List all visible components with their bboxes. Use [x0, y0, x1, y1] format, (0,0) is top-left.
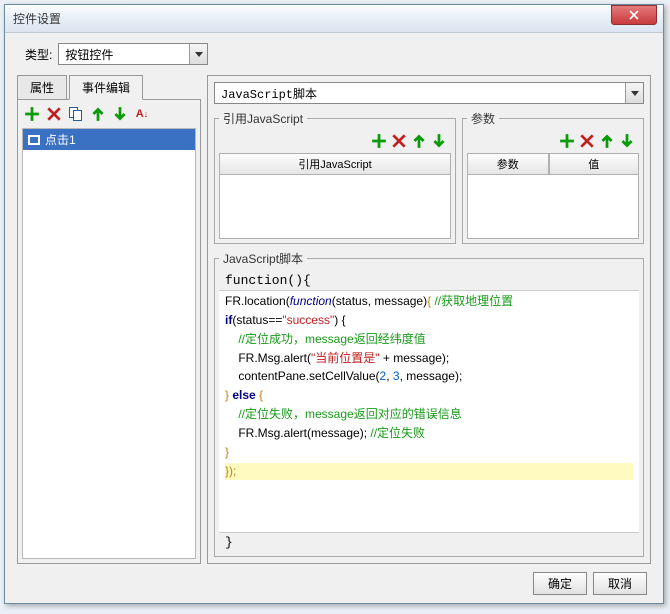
script-type-combo[interactable]: JavaScript脚本 [214, 82, 644, 104]
param-body[interactable] [467, 175, 639, 239]
window-title: 控件设置 [13, 10, 611, 27]
param-col-name: 参数 [467, 153, 549, 175]
move-up-icon[interactable] [411, 133, 427, 149]
tab-events[interactable]: 事件编辑 [69, 75, 143, 100]
content: 类型: 按钮控件 属性 事件编辑 [5, 33, 663, 603]
copy-icon[interactable] [68, 106, 84, 122]
fn-open: function(){ [219, 271, 639, 291]
type-value: 按钮控件 [59, 46, 189, 63]
import-legend: 引用JavaScript [219, 110, 307, 127]
import-table: 引用JavaScript [219, 153, 451, 239]
type-label: 类型: [25, 46, 52, 63]
events-panel: A↓ 点击1 [17, 99, 201, 564]
import-header: 引用JavaScript [219, 153, 451, 175]
ok-button[interactable]: 确定 [533, 572, 587, 595]
event-item[interactable]: 点击1 [23, 129, 195, 150]
event-list[interactable]: 点击1 [22, 128, 196, 559]
titlebar: 控件设置 [5, 5, 663, 33]
tab-properties[interactable]: 属性 [17, 75, 67, 100]
param-legend: 参数 [467, 110, 499, 127]
add-icon[interactable] [24, 106, 40, 122]
event-icon [27, 134, 41, 146]
code-editor[interactable]: FR.location(function(status, message){ /… [219, 291, 639, 532]
type-row: 类型: 按钮控件 [17, 43, 651, 65]
move-down-icon[interactable] [112, 106, 128, 122]
move-down-icon[interactable] [431, 133, 447, 149]
delete-icon[interactable] [391, 133, 407, 149]
dialog-window: 控件设置 类型: 按钮控件 属性 事件编辑 [4, 4, 664, 604]
fn-close: } [219, 532, 639, 552]
script-legend: JavaScript脚本 [219, 250, 307, 267]
param-panel: 参数 参数 值 [462, 110, 644, 244]
move-up-icon[interactable] [90, 106, 106, 122]
sort-icon[interactable]: A↓ [134, 106, 150, 122]
move-down-icon[interactable] [619, 133, 635, 149]
delete-icon[interactable] [579, 133, 595, 149]
close-button[interactable] [611, 5, 657, 25]
move-up-icon[interactable] [599, 133, 615, 149]
chevron-down-icon [189, 44, 207, 64]
param-col-value: 值 [549, 153, 639, 175]
left-pane: 属性 事件编辑 A↓ 点击1 [17, 75, 201, 564]
param-toolbar [467, 131, 639, 151]
body: 属性 事件编辑 A↓ 点击1 [17, 75, 651, 564]
import-body[interactable] [219, 175, 451, 239]
script-panel: JavaScript脚本 function(){ FR.location(fun… [214, 250, 644, 557]
right-pane: JavaScript脚本 引用JavaScript 引用JavaSc [207, 75, 651, 564]
cancel-button[interactable]: 取消 [593, 572, 647, 595]
script-type-value: JavaScript脚本 [215, 85, 625, 102]
add-icon[interactable] [559, 133, 575, 149]
param-table: 参数 值 [467, 153, 639, 239]
chevron-down-icon [625, 83, 643, 103]
delete-icon[interactable] [46, 106, 62, 122]
tabs: 属性 事件编辑 [17, 75, 201, 100]
panels-row: 引用JavaScript 引用JavaScript [214, 110, 644, 244]
import-js-panel: 引用JavaScript 引用JavaScript [214, 110, 456, 244]
events-toolbar: A↓ [22, 104, 196, 128]
event-item-label: 点击1 [45, 131, 76, 148]
import-toolbar [219, 131, 451, 151]
type-combo[interactable]: 按钮控件 [58, 43, 208, 65]
footer: 确定 取消 [17, 564, 651, 595]
add-icon[interactable] [371, 133, 387, 149]
